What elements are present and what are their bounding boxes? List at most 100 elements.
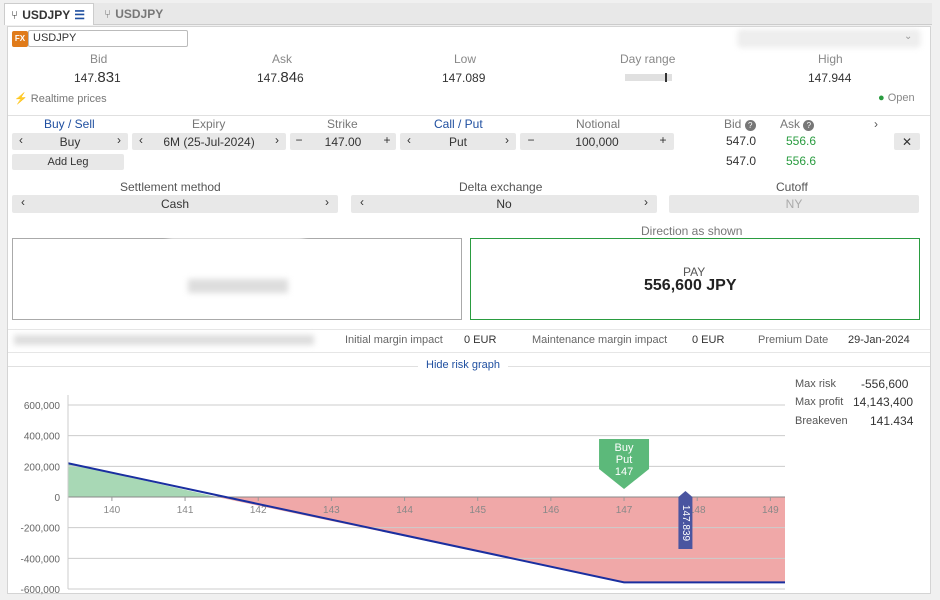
chevron-down-icon: ⌄ [904,31,913,42]
plus-icon[interactable]: + [656,133,670,147]
risk-graph: 600,000 400,000 200,000 0 -200,000 -400,000 -6… [21,395,785,595]
pay-amount: 556,600 JPY [644,277,737,294]
strike-marker-label: Put [616,454,633,466]
x-tick-label: 145 [469,505,486,516]
premium-date-label: Premium Date [758,334,829,346]
y-tick-label: -600,000 [21,585,61,595]
strike-stepper[interactable]: −147.00 + [290,133,396,150]
leg-bid: 547.0 [726,134,757,148]
tab-usdjpy[interactable]: ⑂ USDJPY [98,3,169,25]
delta-selector[interactable]: ‹ No › [351,195,657,213]
header-ask: Ask ? [780,117,815,131]
chevron-left-icon[interactable]: ‹ [402,133,416,147]
maint-margin-label: Maintenance margin impact [532,334,668,346]
direction-label: Direction as shown [641,224,743,238]
account-select[interactable] [738,30,920,47]
strike-marker-label: 147 [615,466,633,478]
chevron-right-icon[interactable]: › [500,133,514,147]
tab-label: USDJPY [22,7,71,22]
chevron-right-icon[interactable]: › [270,133,284,147]
day-range-label: Day range [620,52,676,66]
low-value: 147.089 [442,71,486,85]
chevron-left-icon[interactable]: ‹ [355,195,369,209]
notional-stepper[interactable]: −100,000 + [520,133,674,150]
breakeven-label: Breakeven [795,415,848,427]
x-tick-label: 141 [177,505,194,516]
chevron-right-icon[interactable]: › [320,195,334,209]
total-bid: 547.0 [726,154,757,168]
hide-risk-graph-link[interactable]: Hide risk graph [418,359,508,371]
receive-placeholder [168,229,304,239]
x-tick-label: 146 [543,505,560,516]
x-tick-label: 147 [616,505,633,516]
status-dot-icon: ● [878,92,885,104]
help-icon[interactable]: ? [803,120,815,131]
premium-date-value: 29-Jan-2024 [848,334,910,346]
total-ask: 556.6 [786,154,817,168]
low-label: Low [454,52,477,66]
header-buysell[interactable]: Buy / Sell [44,117,95,131]
fx-badge-icon: FX [12,31,28,47]
tab-bar: ⑂ USDJPY ☰ ⑂ USDJPY [4,3,932,25]
chevron-right-icon[interactable]: › [112,133,126,147]
chart-icon: ⑂ [11,7,19,22]
tab-usdjpy-active[interactable]: ⑂ USDJPY ☰ [4,3,94,25]
chevron-left-icon[interactable]: ‹ [14,133,28,147]
spot-tag-pointer [678,491,693,497]
help-icon[interactable]: ? [744,120,756,131]
high-label: High [818,52,843,66]
expiry-selector[interactable]: ‹ 6M (25-Jul-2024) › [132,133,286,150]
x-tick-label: 149 [762,505,779,516]
cutoff-field: NY [669,195,919,213]
chevron-right-icon[interactable]: › [639,195,653,209]
x-tick-label: 144 [396,505,413,516]
y-tick-label: -200,000 [21,524,61,535]
strike-marker-label: Buy [615,442,634,454]
buysell-selector[interactable]: ‹ Buy › [12,133,128,150]
x-tick-label: 143 [323,505,340,516]
day-range-bar [625,73,672,82]
header-expiry: Expiry [192,117,226,131]
remove-leg-button[interactable]: ✕ [894,133,920,150]
plus-icon[interactable]: + [380,133,394,147]
chevron-right-icon[interactable]: › [874,117,878,131]
breakeven-value: 141.434 [870,414,914,428]
maint-margin-value: 0 EUR [692,334,725,346]
menu-icon[interactable]: ☰ [74,8,85,22]
max-profit-value: 14,143,400 [853,395,914,409]
high-value: 147.944 [808,71,852,85]
tab-label: USDJPY [115,7,164,21]
chart-icon: ⑂ [104,7,112,21]
spot-tag-label: 147.839 [680,505,691,542]
header-callput[interactable]: Call / Put [434,117,483,131]
receive-amount [188,279,288,293]
close-icon: ✕ [901,134,913,149]
minus-icon[interactable]: − [524,133,538,147]
y-tick-label: 200,000 [24,462,61,473]
y-tick-label: 600,000 [24,401,61,412]
leg-ask: 556.6 [786,134,817,148]
ask-price: 147.846 [257,69,304,86]
x-tick-label: 142 [250,505,267,516]
cutoff-label: Cutoff [776,180,808,194]
lightning-icon: ⚡ [14,93,28,105]
header-bid: Bid ? [724,117,756,131]
y-tick-label: -400,000 [21,554,61,565]
x-tick-label: 140 [104,505,121,516]
bid-price: 147.831 [74,69,121,86]
header-notional: Notional [576,117,621,131]
settlement-label: Settlement method [120,180,221,194]
realtime-indicator: ⚡ Realtime prices [14,93,107,105]
chevron-left-icon[interactable]: ‹ [134,133,148,147]
chevron-left-icon[interactable]: ‹ [16,195,30,209]
callput-selector[interactable]: ‹ Put › [400,133,516,150]
settlement-selector[interactable]: ‹ Cash › [12,195,338,213]
add-leg-button[interactable]: Add Leg [12,154,124,170]
initial-margin-label: Initial margin impact [345,334,443,346]
minus-icon[interactable]: − [292,133,306,147]
max-profit-label: Max profit [795,396,844,408]
symbol-input[interactable]: USDJPY [28,30,188,47]
option-ticket: FX USDJPY ⌄ Bid 147.831 Ask 147.846 Low … [7,26,931,595]
header-strike: Strike [327,117,358,131]
max-risk-label: Max risk [795,378,836,390]
